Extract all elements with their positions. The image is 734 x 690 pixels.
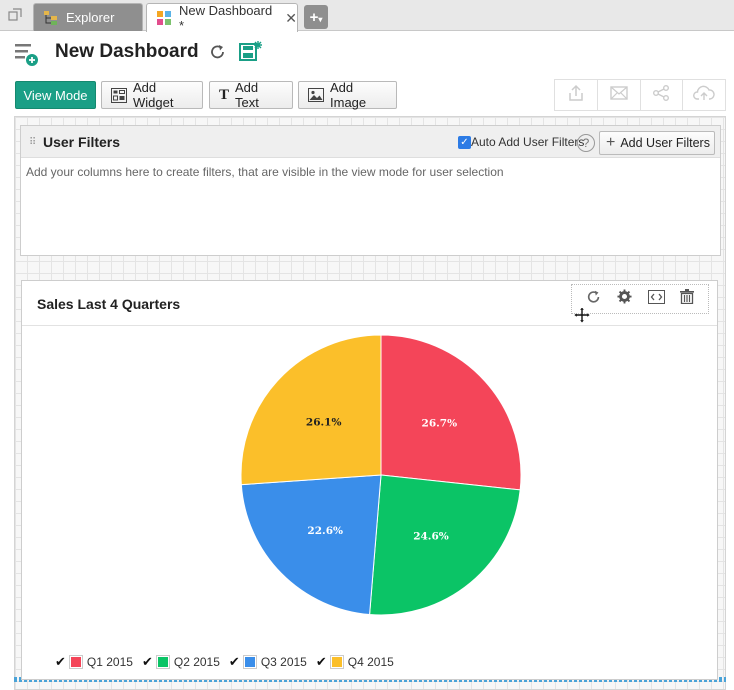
save-dashboard-icon[interactable]	[239, 40, 263, 67]
pie-slice-2[interactable]	[369, 474, 521, 616]
new-tab-button[interactable]: +▾	[304, 5, 328, 29]
add-image-button[interactable]: Add Image	[298, 80, 397, 110]
dashboard-icon	[156, 10, 172, 26]
add-text-button[interactable]: T Add Text	[209, 80, 293, 110]
checkmark-icon[interactable]: ✔	[229, 654, 240, 670]
add-widget-label: Add Widget	[133, 80, 174, 110]
add-tab-icon: +▾	[309, 8, 323, 26]
widget-icon	[111, 87, 127, 103]
legend-item-q4[interactable]: ✔ Q4 2015	[316, 654, 394, 670]
legend-swatch	[242, 655, 257, 669]
legend-swatch	[329, 655, 344, 669]
add-widget-button[interactable]: Add Widget	[101, 80, 203, 110]
slice-label-3: 22.6%	[307, 525, 343, 537]
checkmark-icon[interactable]: ✔	[55, 654, 66, 670]
email-icon	[609, 85, 628, 105]
user-filters-panel: ⠿ User Filters ✓ Auto Add User Filters ?…	[20, 125, 721, 256]
widget-header-divider	[22, 325, 717, 326]
view-mode-label: View Mode	[23, 87, 88, 103]
drag-handle-icon[interactable]: ⠿	[29, 137, 36, 148]
view-mode-button[interactable]: View Mode	[15, 81, 96, 109]
gear-icon[interactable]	[617, 289, 632, 309]
pie-slice-4[interactable]	[240, 334, 382, 486]
pie-slice-1[interactable]	[380, 334, 522, 491]
share-toolbar	[554, 79, 726, 111]
share-icon	[652, 84, 670, 107]
user-filters-title: User Filters	[43, 134, 121, 150]
page-title: New Dashboard	[55, 41, 199, 62]
legend-item-q3[interactable]: ✔ Q3 2015	[229, 654, 307, 670]
refresh-icon[interactable]	[209, 43, 227, 66]
email-button[interactable]	[598, 80, 641, 110]
user-filters-hint: Add your columns here to create filters,…	[26, 165, 504, 179]
share-button[interactable]	[641, 80, 684, 110]
legend-item-q1[interactable]: ✔ Q1 2015	[55, 654, 133, 670]
tab-new-dashboard[interactable]: New Dashboard * ✕	[146, 3, 298, 33]
embed-icon[interactable]	[647, 289, 665, 309]
legend-label: Q1 2015	[86, 655, 133, 669]
slice-label-4: 26.1%	[306, 417, 342, 429]
explorer-icon	[43, 10, 59, 26]
export-button[interactable]	[555, 80, 598, 110]
tab-explorer[interactable]: Explorer	[33, 3, 143, 31]
add-user-filters-label: Add User Filters	[620, 136, 710, 150]
restore-window-icon[interactable]	[8, 8, 22, 22]
legend-swatch	[68, 655, 83, 669]
legend-label: Q3 2015	[260, 655, 307, 669]
widget-title: Sales Last 4 Quarters	[37, 296, 181, 312]
move-cursor-icon	[573, 306, 591, 328]
export-icon	[567, 84, 585, 107]
legend-label: Q2 2015	[173, 655, 220, 669]
tab-explorer-label: Explorer	[66, 10, 115, 25]
legend-swatch	[155, 655, 170, 669]
dashboard-menu-icon[interactable]	[15, 41, 39, 67]
checkmark-icon[interactable]: ✔	[142, 654, 153, 670]
close-icon[interactable]: ✕	[285, 10, 297, 27]
pie-slice-3[interactable]	[240, 474, 382, 616]
legend-item-q2[interactable]: ✔ Q2 2015	[142, 654, 220, 670]
plus-icon: +	[606, 134, 616, 151]
slice-label-1: 26.7%	[422, 418, 458, 430]
add-text-label: Add Text	[235, 80, 259, 110]
user-filters-header: ⠿ User Filters ✓ Auto Add User Filters ?…	[21, 126, 720, 158]
chart-legend: ✔ Q1 2015 ✔ Q2 2015 ✔ Q3 2015 ✔ Q4 2015	[55, 654, 403, 670]
add-image-label: Add Image	[330, 80, 367, 110]
tab-strip: Explorer New Dashboard * ✕ +▾	[0, 0, 734, 33]
help-icon[interactable]: ?	[577, 134, 595, 152]
chart-widget[interactable]: Sales Last 4 Quarters 26.7% 24.6% 22.6% 26.…	[21, 280, 718, 680]
text-icon: T	[219, 86, 230, 103]
checkmark-icon[interactable]: ✔	[316, 654, 327, 670]
auto-add-label: Auto Add User Filters	[471, 135, 585, 149]
widget-toolbar	[571, 284, 709, 314]
pie-chart: 26.7% 24.6% 22.6% 26.1%	[240, 334, 522, 616]
delete-icon[interactable]	[680, 289, 695, 309]
publish-button[interactable]	[683, 80, 725, 110]
checkbox-checked-icon[interactable]: ✓	[458, 135, 471, 149]
add-user-filters-button[interactable]: + Add User Filters	[599, 131, 715, 155]
slice-label-2: 24.6%	[413, 530, 449, 542]
cloud-upload-icon	[693, 85, 715, 106]
image-icon	[308, 88, 324, 102]
legend-label: Q4 2015	[347, 655, 394, 669]
tab-new-dashboard-label: New Dashboard *	[179, 3, 273, 33]
auto-add-user-filters-checkbox[interactable]: ✓ Auto Add User Filters	[458, 135, 584, 149]
